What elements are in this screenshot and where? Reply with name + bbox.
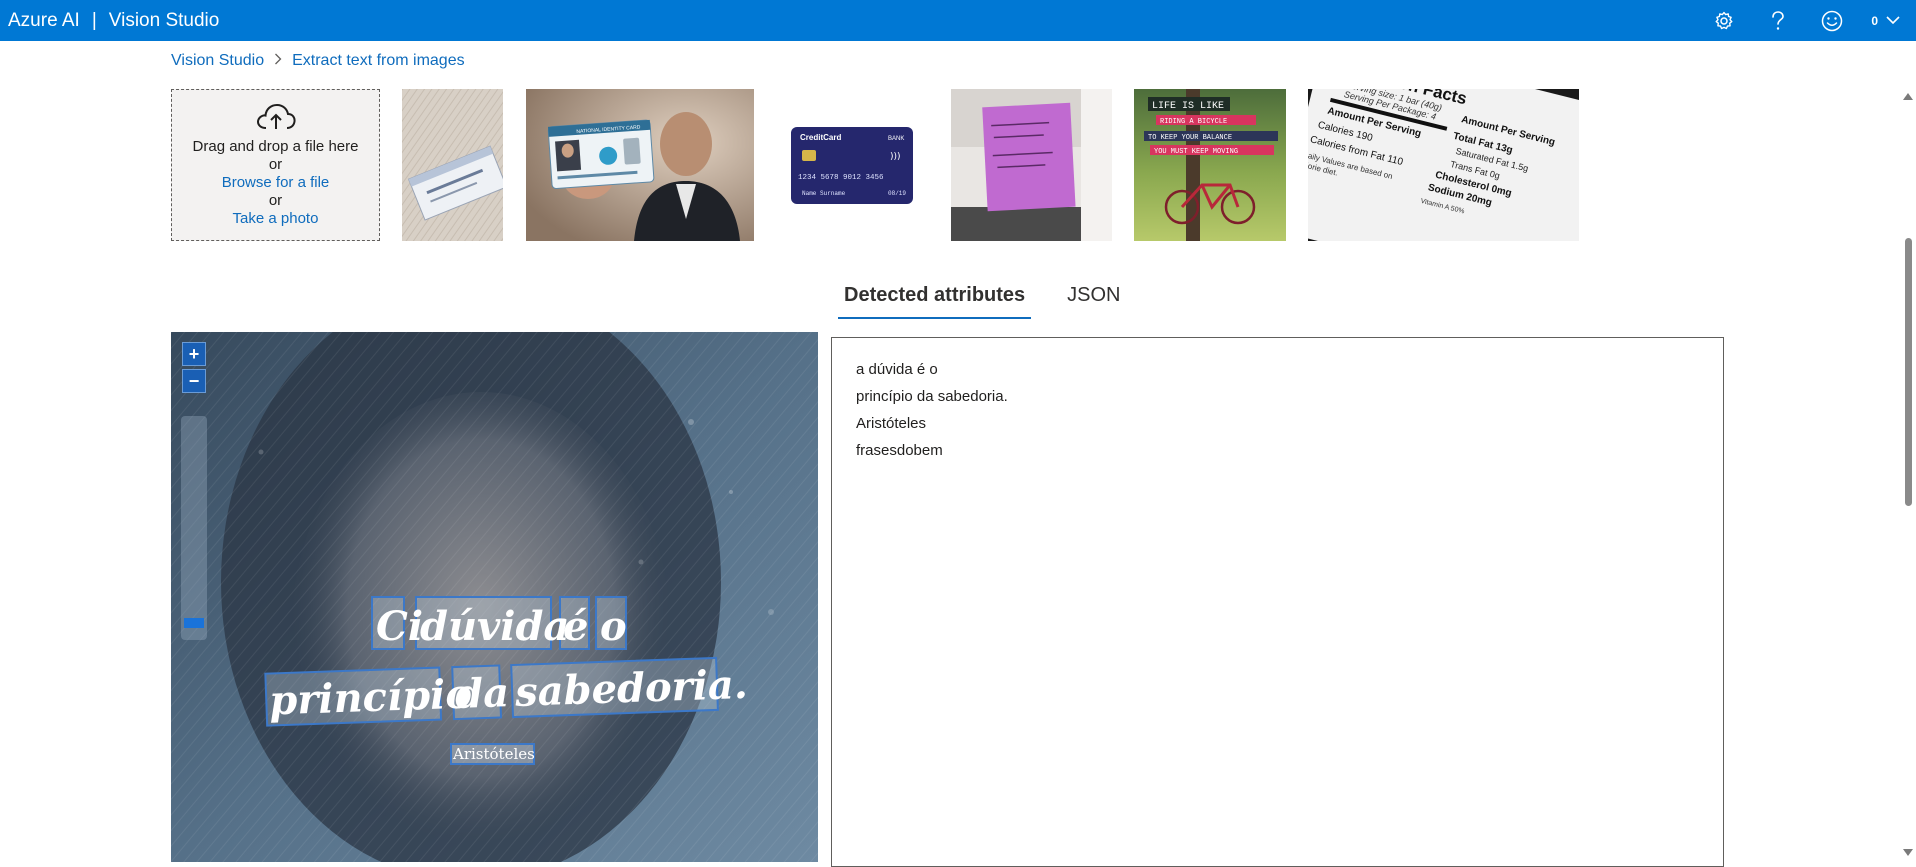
sample-image-sticky-note[interactable] (951, 89, 1112, 241)
chevron-down-icon (1886, 16, 1900, 25)
brand[interactable]: Azure AI | Vision Studio (0, 10, 219, 32)
credit-card-name: Name Surname (802, 190, 846, 197)
breadcrumb: Vision Studio Extract text from images (171, 52, 465, 70)
zoom-in-button[interactable]: + (182, 342, 206, 366)
id-card-image: NATIONAL IDENTITY CARD (526, 89, 754, 241)
zoom-slider-handle[interactable] (184, 618, 204, 628)
zoom-slider[interactable] (181, 416, 207, 640)
detected-word: dúvida (420, 603, 569, 650)
detected-word: é (563, 603, 588, 650)
or-text: or (268, 156, 283, 173)
detected-word: da (454, 669, 509, 718)
sample-image-id-card[interactable]: NATIONAL IDENTITY CARD (526, 89, 754, 241)
detected-line: frasesdobem (856, 442, 943, 459)
nutrition-facts-image: Nutrition Facts Serving size: 1 bar (40g… (1308, 89, 1579, 241)
credit-card-expiry: 08/19 (888, 190, 906, 197)
detected-word: o (600, 603, 627, 650)
detected-word: sabedoria. (513, 661, 748, 716)
take-photo-link[interactable]: Take a photo (233, 210, 319, 228)
tab-detected-attributes[interactable]: Detected attributes (838, 280, 1032, 319)
bicycle-line1: LIFE IS LIKE (1152, 101, 1224, 112)
sticky-note-image (951, 89, 1112, 241)
breadcrumb-home-link[interactable]: Vision Studio (171, 52, 264, 70)
or-text: or (268, 192, 283, 209)
bicycle-line4: YOU MUST KEEP MOVING (1154, 148, 1238, 156)
scroll-up-arrow[interactable] (1903, 93, 1913, 100)
account-count: 0 (1871, 13, 1878, 28)
image-viewer[interactable]: Ci dúvida é o princípio da sabedoria. Ar… (171, 332, 818, 862)
detected-line: princípio da sabedoria. (856, 388, 1008, 405)
credit-card-number: 1234 5678 9012 3456 (798, 174, 884, 182)
top-bar: Azure AI | Vision Studio 0 (0, 0, 1916, 41)
credit-card-bank: BANK (888, 136, 904, 142)
question-icon (1772, 10, 1785, 30)
top-bar-actions: 0 (1697, 0, 1916, 41)
credit-card-image: CreditCard BANK ))) 1234 5678 9012 3456 … (791, 127, 913, 204)
bicycle-poster-image: LIFE IS LIKE RIDING A BICYCLE TO KEEP YO… (1134, 89, 1286, 241)
analyzed-image: Ci dúvida é o princípio da sabedoria. Ar… (171, 332, 818, 862)
detected-author: Aristóteles (452, 745, 535, 763)
settings-button[interactable] (1697, 0, 1751, 41)
detected-line: Aristóteles (856, 415, 927, 432)
help-button[interactable] (1751, 0, 1805, 41)
tab-json[interactable]: JSON (1061, 280, 1126, 319)
sample-image-bicycle-poster[interactable]: LIFE IS LIKE RIDING A BICYCLE TO KEEP YO… (1134, 89, 1286, 241)
brand-separator: | (91, 9, 97, 31)
gear-icon (1715, 11, 1733, 29)
product-name: Vision Studio (108, 9, 220, 31)
detected-word: Ci (376, 603, 423, 650)
detected-word: princípio (268, 670, 472, 724)
sample-image-social-security-card[interactable] (402, 89, 503, 241)
bicycle-line2: RIDING A BICYCLE (1160, 118, 1227, 126)
page-scrollbar[interactable] (1900, 88, 1916, 861)
detected-line: a dúvida é o (856, 361, 938, 378)
upload-dropzone[interactable]: Drag and drop a file here or Browse for … (171, 89, 380, 241)
scrollbar-thumb[interactable] (1905, 238, 1912, 506)
result-tabs: Detected attributes JSON (838, 280, 1127, 319)
sample-image-credit-card[interactable]: CreditCard BANK ))) 1234 5678 9012 3456 … (778, 89, 928, 241)
sample-image-nutrition-facts[interactable]: Nutrition Facts Serving size: 1 bar (40g… (1308, 89, 1579, 241)
credit-card-contactless: ))) (890, 152, 901, 162)
detected-text-panel: a dúvida é o princípio da sabedoria. Ari… (831, 337, 1724, 867)
drag-drop-text: Drag and drop a file here (192, 138, 359, 155)
chevron-right-icon (274, 52, 282, 70)
brand-name: Azure AI (8, 9, 80, 31)
credit-card-title: CreditCard (800, 133, 841, 142)
feedback-button[interactable] (1805, 0, 1859, 41)
smiley-icon (1822, 10, 1843, 31)
account-menu[interactable]: 0 (1859, 14, 1916, 28)
social-security-card-image (402, 89, 503, 241)
breadcrumb-current[interactable]: Extract text from images (292, 52, 465, 70)
browse-file-link[interactable]: Browse for a file (222, 174, 330, 192)
scroll-down-arrow[interactable] (1903, 849, 1913, 856)
cloud-upload-icon (256, 103, 296, 129)
bicycle-line3: TO KEEP YOUR BALANCE (1148, 134, 1232, 142)
zoom-out-button[interactable]: − (182, 369, 206, 393)
